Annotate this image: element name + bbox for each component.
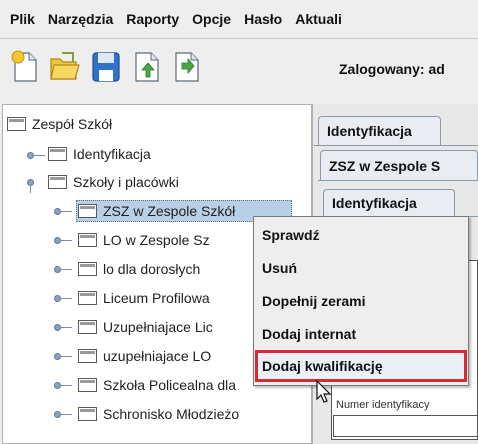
tab-identyfikacja[interactable]: Identyfikacja [318, 116, 441, 145]
tree-item-label: lo dla dorosłych [103, 261, 201, 277]
import-document-icon[interactable] [172, 50, 202, 84]
tree-expand-handle-icon[interactable] [54, 409, 74, 421]
tree-item-label: Identyfikacja [73, 146, 151, 162]
tree-item-uzupelniajace-lo[interactable]: uzupełniajace LO [78, 345, 211, 367]
folder-icon [48, 147, 67, 161]
export-document-icon[interactable] [132, 50, 162, 84]
folder-icon [78, 407, 97, 421]
tree-item-label: uzupełniajace LO [103, 348, 212, 364]
tree-item-root[interactable]: Zespół Szkół [7, 113, 112, 135]
tree-expand-handle-icon[interactable] [54, 235, 74, 247]
tree-expand-handle-icon[interactable] [54, 322, 74, 334]
tree-expand-handle-icon[interactable] [54, 351, 74, 363]
tree-item-szkola-policealna[interactable]: Szkoła Policealna dla [78, 374, 236, 396]
folder-icon [48, 175, 67, 189]
menu-aktualizacja[interactable]: Aktuali [289, 11, 349, 27]
tree-item-label: Uzupełniajace Lic [103, 319, 213, 335]
menu-item-dodaj-kwalifikacje[interactable]: Dodaj kwalifikację [262, 351, 383, 381]
tree-item-label: LO w Zespole Sz [103, 232, 210, 248]
folder-icon [78, 204, 97, 218]
tree-item-lo-dorosli[interactable]: lo dla dorosłych [78, 258, 200, 280]
tree-expand-handle-icon[interactable] [54, 206, 74, 218]
tab-label: Identyfikacja [332, 195, 417, 211]
tab-label: ZSZ w Zespole S [329, 157, 441, 174]
tab-sub-identyfikacja[interactable]: Identyfikacja [323, 189, 455, 216]
tree-item-label: Zespół Szkół [32, 116, 113, 132]
tree-item-zsz[interactable]: ZSZ w Zespole Szkół [78, 200, 235, 222]
numer-identyfikacyjny-field[interactable] [333, 415, 478, 437]
tab-divider [314, 145, 478, 146]
tree-item-label: Szkoła Policealna dla [103, 377, 237, 393]
tree-item-schronisko[interactable]: Schronisko Młodzieżo [78, 403, 239, 425]
tree-item-szkoly[interactable]: Szkoły i placówki [48, 171, 179, 193]
folder-icon [78, 349, 97, 363]
new-document-icon[interactable] [10, 50, 40, 84]
folder-icon [7, 117, 26, 131]
menu-item-dodaj-internat[interactable]: Dodaj internat [262, 319, 356, 349]
menu-item-usun[interactable]: Usuń [262, 253, 297, 283]
folder-icon [78, 233, 97, 247]
save-icon[interactable] [91, 50, 121, 84]
tree-item-lo[interactable]: LO w Zespole Sz [78, 229, 210, 251]
mouse-cursor-icon [315, 379, 335, 404]
tab-zsz[interactable]: ZSZ w Zespole S [320, 150, 478, 180]
folder-icon [78, 320, 97, 334]
toolbar: Zalogowany: ad [0, 39, 478, 101]
tree-expand-handle-icon[interactable] [54, 293, 74, 305]
tree-expand-handle-icon[interactable] [27, 150, 47, 162]
tab-divider [318, 180, 478, 181]
menu-item-dopelnij-zerami[interactable]: Dopełnij zerami [262, 286, 365, 316]
tree-item-liceum-profilowane[interactable]: Liceum Profilowa [78, 287, 210, 309]
menu-opcje[interactable]: Opcje [186, 11, 238, 27]
menu-narzedzia[interactable]: Narzędzia [42, 11, 120, 27]
menu-plik[interactable]: Plik [0, 11, 42, 27]
tree-item-label: Liceum Profilowa [103, 290, 210, 306]
folder-icon [78, 262, 97, 276]
tree-item-uzupelniajace-lic[interactable]: Uzupełniajace Lic [78, 316, 213, 338]
tree-expand-handle-icon[interactable] [54, 264, 74, 276]
open-folder-icon[interactable] [48, 50, 80, 84]
tab-label: Identyfikacja [327, 123, 412, 139]
menu-bar: Plik Narzędzia Raporty Opcje Hasło Aktua… [0, 0, 478, 38]
menu-raporty[interactable]: Raporty [120, 11, 186, 27]
tree-item-identyfikacja[interactable]: Identyfikacja [48, 143, 151, 165]
menu-item-sprawdz[interactable]: Sprawdź [262, 220, 320, 250]
tree-collapse-handle-icon[interactable] [27, 177, 47, 193]
tree-expand-handle-icon[interactable] [54, 380, 74, 392]
tree-item-label: Schronisko Młodzieżo [103, 406, 240, 422]
folder-icon [78, 378, 97, 392]
folder-icon [78, 291, 97, 305]
tree-item-label: Szkoły i placówki [73, 174, 179, 190]
field-label-numer: Numer identyfikacy [336, 399, 430, 411]
tree-item-label: ZSZ w Zespole Szkół [103, 203, 236, 219]
logged-in-label: Zalogowany: ad [339, 61, 445, 77]
menu-haslo[interactable]: Hasło [238, 11, 289, 27]
